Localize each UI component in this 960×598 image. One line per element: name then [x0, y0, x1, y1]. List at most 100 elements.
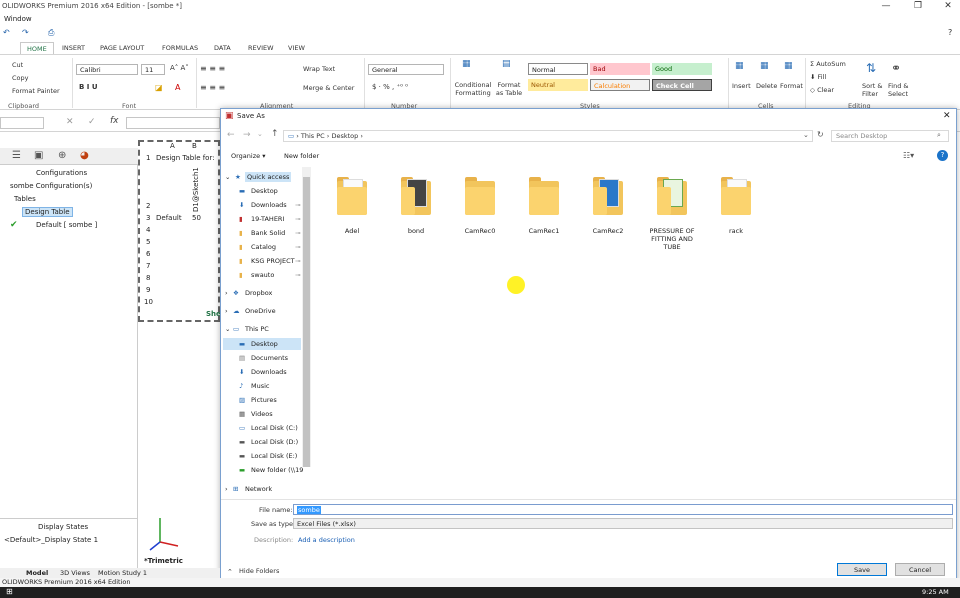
- address-dropdown-icon[interactable]: ⌄: [803, 131, 809, 139]
- tab-page-layout[interactable]: PAGE LAYOUT: [94, 42, 150, 54]
- folder-icon[interactable]: [585, 175, 631, 215]
- nav-qa-19-taheri[interactable]: 19-TAHERI: [251, 215, 284, 223]
- help-icon[interactable]: ?: [937, 150, 948, 161]
- style-neutral[interactable]: Neutral: [528, 79, 588, 91]
- enter-icon[interactable]: ✓: [88, 117, 96, 127]
- tab-review[interactable]: REVIEW: [242, 42, 280, 54]
- tab-model[interactable]: Model: [26, 569, 48, 577]
- folder-icon[interactable]: [457, 175, 503, 215]
- name-box[interactable]: [0, 117, 44, 129]
- cell-a1[interactable]: Design Table for:: [156, 154, 215, 162]
- nav-pc-local-disk-d[interactable]: Local Disk (D:): [251, 438, 298, 446]
- nav-pc-local-disk-e[interactable]: Local Disk (E:): [251, 452, 297, 460]
- format-button[interactable]: Format: [780, 82, 803, 90]
- folder-icon[interactable]: [393, 175, 439, 215]
- clear-button[interactable]: ◇ Clear: [810, 86, 834, 94]
- tab-formulas[interactable]: FORMULAS: [156, 42, 204, 54]
- formula-input[interactable]: [126, 117, 220, 129]
- tab-3d-views[interactable]: 3D Views: [60, 569, 90, 577]
- restore-button[interactable]: ❐: [908, 1, 928, 11]
- feature-tree-icon[interactable]: ☰: [12, 150, 21, 161]
- recent-locations-icon[interactable]: ⌄: [257, 130, 263, 138]
- design-table-sheet[interactable]: A B Design Table for: D1@Sketch1 Default…: [138, 140, 221, 322]
- address-bar[interactable]: ▭ › This PC › Desktop ›: [283, 130, 813, 142]
- style-good[interactable]: Good: [652, 63, 712, 75]
- fx-icon[interactable]: fx: [110, 116, 119, 126]
- row-header-8[interactable]: 8: [146, 274, 150, 282]
- dialog-close-button[interactable]: ✕: [943, 111, 951, 121]
- cell-b3[interactable]: 50: [192, 214, 201, 222]
- property-manager-icon[interactable]: ▣: [34, 150, 43, 161]
- style-check-cell[interactable]: Check Cell: [652, 79, 712, 91]
- align-icons[interactable]: ≡ ≡ ≡: [200, 64, 225, 73]
- configuration-manager-icon[interactable]: ⊕: [58, 150, 66, 161]
- folder-icon[interactable]: [521, 175, 567, 215]
- format-icon[interactable]: ▦: [784, 61, 793, 71]
- search-icon[interactable]: ⌕: [937, 131, 941, 140]
- nav-pc-music[interactable]: Music: [251, 382, 270, 390]
- nav-pc-downloads[interactable]: Downloads: [251, 368, 287, 376]
- cell-b2[interactable]: D1@Sketch1: [192, 164, 200, 212]
- style-bad[interactable]: Bad: [590, 63, 650, 75]
- up-icon[interactable]: ↑: [271, 129, 279, 139]
- chevron-right-icon[interactable]: ›: [225, 485, 228, 493]
- style-normal[interactable]: Normal: [528, 63, 588, 75]
- help-icon[interactable]: ?: [948, 28, 952, 37]
- format-as-table-button[interactable]: Format as Table: [493, 81, 525, 97]
- row-header-1[interactable]: 1: [146, 154, 150, 162]
- nav-pc-new-folder-network[interactable]: New folder (\\19: [251, 466, 303, 474]
- row-header-9[interactable]: 9: [146, 286, 150, 294]
- search-input[interactable]: Search Desktop: [831, 130, 949, 142]
- merge-center-button[interactable]: Merge & Center: [303, 84, 354, 92]
- design-table-node[interactable]: Design Table: [22, 207, 73, 217]
- organize-button[interactable]: Organize ▾: [231, 152, 265, 160]
- save-button[interactable]: Save: [837, 563, 887, 576]
- column-header-a[interactable]: A: [170, 142, 175, 150]
- nav-this-pc[interactable]: This PC: [245, 325, 269, 333]
- nav-pc-desktop[interactable]: Desktop: [251, 340, 278, 348]
- cell-a3[interactable]: Default: [156, 214, 182, 222]
- windows-start-icon[interactable]: ⊞: [6, 587, 13, 596]
- fill-color-icon[interactable]: ◪: [155, 83, 163, 92]
- file-name-input[interactable]: sombe: [293, 504, 953, 515]
- nav-onedrive[interactable]: OneDrive: [245, 307, 276, 315]
- format-as-table-icon[interactable]: ▤: [502, 59, 511, 69]
- tab-view[interactable]: VIEW: [282, 42, 311, 54]
- insert-button[interactable]: Insert: [732, 82, 751, 90]
- tables-node[interactable]: Tables: [14, 195, 36, 203]
- folder-icon[interactable]: [649, 175, 695, 215]
- sheet-tab[interactable]: She: [206, 310, 221, 318]
- folder-name[interactable]: Adel: [322, 227, 382, 235]
- binoculars-icon[interactable]: ⚭: [891, 61, 901, 75]
- forward-icon[interactable]: →: [243, 130, 251, 140]
- autosum-button[interactable]: Σ AutoSum: [810, 60, 846, 68]
- nav-qa-bank-solid[interactable]: Bank Solid: [251, 229, 285, 237]
- fill-button[interactable]: ⬇ Fill: [810, 73, 826, 81]
- wrap-text-button[interactable]: Wrap Text: [303, 65, 335, 73]
- column-header-b[interactable]: B: [192, 142, 197, 150]
- row-header-7[interactable]: 7: [146, 262, 150, 270]
- nav-pc-videos[interactable]: Videos: [251, 410, 273, 418]
- format-painter-button[interactable]: Format Painter: [12, 87, 60, 95]
- row-header-3[interactable]: 3: [146, 214, 150, 222]
- close-window-button[interactable]: ✕: [938, 1, 958, 11]
- row-header-5[interactable]: 5: [146, 238, 150, 246]
- add-description-link[interactable]: Add a description: [298, 536, 355, 544]
- tab-motion-study-1[interactable]: Motion Study 1: [98, 569, 147, 577]
- style-calculation[interactable]: Calculation: [590, 79, 650, 91]
- nav-dropbox[interactable]: Dropbox: [245, 289, 272, 297]
- nav-pc-local-disk-c[interactable]: Local Disk (C:): [251, 424, 298, 432]
- menu-window[interactable]: Window: [4, 15, 32, 23]
- chevron-right-icon[interactable]: ›: [225, 289, 228, 297]
- folder-icon[interactable]: [713, 175, 759, 215]
- chevron-up-icon[interactable]: ⌃: [227, 568, 233, 576]
- align-icons-bottom[interactable]: ≡ ≡ ≡: [200, 83, 225, 92]
- folder-name[interactable]: PRESSURE OF FITTING AND TUBE: [642, 227, 702, 251]
- tab-insert[interactable]: INSERT: [56, 42, 91, 54]
- print-icon[interactable]: ⎙: [48, 28, 54, 38]
- insert-icon[interactable]: ▦: [735, 61, 744, 71]
- number-format-select[interactable]: General: [368, 64, 444, 75]
- chevron-down-icon[interactable]: ⌄: [225, 173, 230, 181]
- conditional-formatting-button[interactable]: Conditional Formatting: [453, 81, 493, 97]
- undo-icon[interactable]: ↶: [3, 28, 10, 37]
